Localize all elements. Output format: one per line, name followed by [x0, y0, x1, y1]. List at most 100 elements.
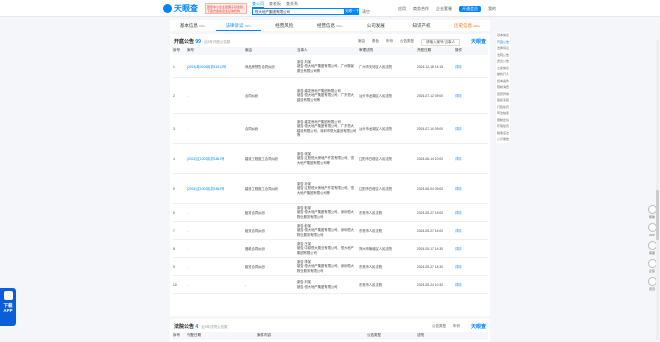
- table-row: 10 - - 原告:刘某 被告:恒大地产集团有限公司 东莞市人民法院 2024-05-24…: [172, 276, 488, 294]
- cell-date: 2024-07-10 09:00: [417, 126, 444, 131]
- filter-search-input[interactable]: 请输入案号/当事人: [421, 39, 460, 46]
- tab-operation[interactable]: 经营信息 999+: [307, 20, 353, 31]
- search-button[interactable]: 天眼一下: [345, 8, 359, 15]
- tab-legal[interactable]: 法律诉讼 999+: [215, 20, 262, 31]
- tab-development[interactable]: 公司发展: [353, 20, 399, 31]
- cell-op[interactable]: 详情: [454, 125, 470, 132]
- cell-case: -: [187, 126, 189, 131]
- col-party: 当事人: [297, 48, 308, 52]
- cell-party: 原告:彭某 被告:恒大地产集团有限公司、深圳恒大物业服务有限公司: [297, 206, 354, 219]
- table-header: 序号 案号 案由 当事人 审理法院 开庭日期 操作: [172, 47, 488, 55]
- app-download-button[interactable]: 下载APP: [0, 288, 16, 326]
- tab-history[interactable]: 历史信息 999+: [444, 20, 490, 31]
- col-date: 开庭日期: [417, 48, 431, 52]
- brand-watermark-2: 天眼查: [470, 324, 486, 330]
- cell-case: -: [187, 264, 189, 269]
- court-hearing-panel: 开庭公告 99 近5年开庭公告数 案由 角色 年份 公告类型 请输入案号/当事人 …: [170, 34, 490, 316]
- search-input[interactable]: 恒大地产集团有限公司: [252, 8, 345, 15]
- cell-court: 汕头市龙湖区人民法院: [359, 94, 392, 98]
- anchor-item[interactable]: 基本信息: [497, 32, 510, 39]
- table-row: 3 - 合同纠纷 原告:建发房地产集团有限公司 被告:恒大地产集团有限公司、广东恒大建…: [172, 114, 488, 144]
- section-title: 开庭公告 99 近5年开庭公告数: [174, 39, 231, 45]
- search-clear-button[interactable]: 清空: [362, 9, 370, 15]
- table-row: 5 (2024)辽1002民初1863号 建设工程施工合同纠纷 原告:孙某 被告:辽阳…: [172, 174, 488, 204]
- tab-risk[interactable]: 经营风险: [261, 20, 307, 31]
- cell-court: 辽阳市白塔区人民法院: [359, 157, 392, 161]
- cell-date: 2024-06-04 09:00: [417, 186, 444, 191]
- cell-op[interactable]: 详情: [454, 209, 470, 216]
- cell-date: 2024-06-14 10:00: [417, 156, 444, 161]
- cell-op[interactable]: 详情: [454, 92, 470, 99]
- cell-cause: 租赁合同纠纷: [245, 229, 265, 233]
- cell-case[interactable]: (2024)粤0106民初14312号: [186, 63, 244, 70]
- cell-cause: 合同纠纷: [245, 127, 259, 131]
- cell-op[interactable]: 详情: [454, 263, 470, 270]
- vip-button[interactable]: 开通会员: [459, 6, 481, 12]
- filter-year[interactable]: 年份: [386, 39, 393, 46]
- cell-op[interactable]: 详情: [454, 185, 470, 192]
- anchor-item[interactable]: 司法拍卖: [497, 110, 510, 117]
- cell-party: 原告:李某 被告:恒大地产集团有限公司、深圳恒大物业服务有限公司: [297, 260, 354, 273]
- cell-op[interactable]: 详情: [454, 155, 470, 162]
- tab-basic-info[interactable]: 基本信息 999+: [170, 20, 216, 31]
- filter-type[interactable]: 公告类型: [400, 39, 414, 46]
- cell-party: 原告:刘某 被告:恒大地产集团有限公司: [297, 280, 338, 289]
- business-menu[interactable]: 商务合作: [413, 6, 429, 12]
- cell-court: 东莞市人民法院: [359, 211, 383, 215]
- table-row: 1 (2024)粤0106民初14312号 商品房预售合同纠纷 原告:刘某 被告:恒大…: [172, 56, 488, 78]
- tianyancha-logo-icon: [163, 4, 172, 13]
- cell-date: 2024-05-24 10:30: [417, 282, 444, 287]
- cell-court: 东莞市人民法院: [359, 265, 383, 269]
- cell-op[interactable]: 详情: [454, 227, 470, 234]
- promo-banner[interactable]: 国家中小企业发展子基金旗下官方备案企业征信机构: [205, 3, 247, 14]
- cell-op[interactable]: 详情: [454, 245, 470, 252]
- anchor-item[interactable]: 公示催告: [497, 136, 510, 143]
- anchor-item[interactable]: 环保处罚: [497, 123, 510, 130]
- cell-court: 汕头市龙湖区人民法院: [359, 127, 392, 131]
- cell-cause: 借款合同纠纷: [245, 247, 265, 251]
- anchor-item[interactable]: 股权冻结: [497, 97, 510, 104]
- app-download-label: 下载APP: [3, 303, 13, 313]
- cell-cause: 建设工程施工合同纠纷: [245, 157, 278, 161]
- tab-search-relation[interactable]: 查关系: [286, 1, 298, 8]
- filter-ann-year[interactable]: 年份: [453, 324, 460, 329]
- col2-index: 序号: [173, 333, 180, 337]
- cell-op[interactable]: 详情: [454, 281, 470, 288]
- cell-no: 10: [173, 282, 177, 287]
- cell-no: 5: [173, 186, 175, 191]
- filter-bar: 案由 角色 年份 公告类型 请输入案号/当事人: [358, 39, 460, 46]
- cell-court: 东莞市人民法院: [359, 229, 383, 233]
- table-header-2: 序号 刊登日期 案件内容 公告类型 法院: [172, 332, 488, 340]
- cell-op[interactable]: 详情: [454, 63, 470, 70]
- logo[interactable]: 天眼查: [163, 3, 203, 14]
- apps-menu[interactable]: 应用: [398, 6, 406, 12]
- tab-ip[interactable]: 知识产权: [399, 20, 445, 31]
- table-row: 6 - 租赁合同纠纷 原告:彭某 被告:恒大地产集团有限公司、深圳恒大物业服务有限公司…: [172, 204, 488, 222]
- tab-search-boss[interactable]: 查老板: [269, 1, 281, 8]
- cell-party: 原告:彭某 被告:恒大地产集团有限公司、深圳恒大物业服务有限公司: [297, 224, 354, 237]
- cell-party: 原告:孙某 被告:辽阳恒大房地产开发有限公司、恒大地产集团有限公司等: [297, 182, 354, 195]
- col-index: 序号: [173, 48, 180, 52]
- anchor-item[interactable]: 送达公告: [497, 58, 510, 65]
- user-menu[interactable]: 我的: [488, 6, 496, 12]
- tab-search-company[interactable]: 查公司: [252, 1, 264, 8]
- cell-date: 2024-12-18 14:15: [417, 64, 444, 69]
- cell-no: 2: [173, 93, 175, 98]
- filter-ann-type[interactable]: 公告类型: [432, 324, 446, 329]
- scroll-thumb[interactable]: [656, 190, 659, 240]
- anchor-item[interactable]: 法律诉讼: [497, 45, 510, 52]
- cell-case[interactable]: (2024)辽1002民初1863号: [186, 185, 244, 192]
- cell-party: 原告:刘某 被告:恒大地产集团有限公司、广州御景置业有限公司等: [297, 60, 354, 73]
- anchor-item[interactable]: 限制消费: [497, 84, 510, 91]
- filter-role[interactable]: 角色: [372, 39, 379, 46]
- anchor-item[interactable]: 被执行人: [497, 71, 510, 78]
- top-bar: 天眼查 国家中小企业发展子基金旗下官方备案企业征信机构 查公司 查老板 查关系 …: [0, 0, 660, 17]
- cell-no: 8: [173, 246, 175, 251]
- cell-date: 2024-05-27 14:30: [417, 264, 444, 269]
- enterprise-menu[interactable]: 企业套餐: [436, 6, 452, 12]
- filter-cause[interactable]: 案由: [358, 39, 365, 46]
- cell-case[interactable]: (2024)辽1002民初1861号: [186, 155, 244, 162]
- search-type-tabs: 查公司 查老板 查关系: [252, 1, 298, 8]
- logo-text: 天眼查: [174, 4, 198, 13]
- scrollbar[interactable]: [656, 40, 659, 340]
